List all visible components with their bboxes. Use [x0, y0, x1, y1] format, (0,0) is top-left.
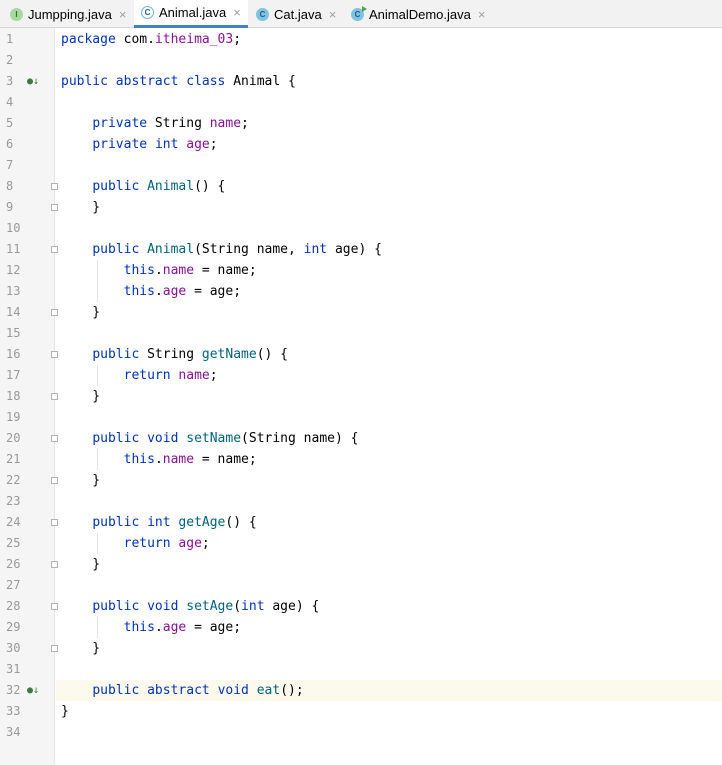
- line-number: 26: [6, 557, 21, 571]
- code-line[interactable]: [56, 323, 722, 344]
- line-number: 10: [6, 221, 21, 235]
- code-editor[interactable]: package com.itheima_03;public abstract c…: [56, 28, 722, 765]
- line-number: 18: [6, 389, 21, 403]
- code-line[interactable]: }: [56, 386, 722, 407]
- implemented-down-icon[interactable]: ●↓: [27, 680, 39, 701]
- code-line[interactable]: public void setName(String name) {: [56, 428, 722, 449]
- line-number: 25: [6, 536, 21, 550]
- tab-cat-java[interactable]: C Cat.java ×: [250, 0, 342, 28]
- code-line[interactable]: this.name = name;: [56, 449, 722, 470]
- implemented-down-icon[interactable]: ●↓: [27, 71, 39, 92]
- code-line[interactable]: public void setAge(int age) {: [56, 596, 722, 617]
- code-line[interactable]: public abstract void eat();: [56, 680, 722, 701]
- tab-label: Cat.java: [274, 6, 322, 22]
- line-number: 27: [6, 578, 21, 592]
- line-number: 1: [6, 32, 14, 46]
- line-number: 31: [6, 662, 21, 676]
- code-line[interactable]: }: [56, 197, 722, 218]
- line-number: 2: [6, 53, 14, 67]
- indent-guide: [97, 533, 98, 554]
- code-line[interactable]: this.age = age;: [56, 281, 722, 302]
- close-icon[interactable]: ×: [233, 5, 241, 20]
- close-icon[interactable]: ×: [119, 7, 127, 22]
- line-number: 15: [6, 326, 21, 340]
- tab-animaldemo-java[interactable]: C AnimalDemo.java ×: [345, 0, 495, 28]
- line-number: 4: [6, 95, 14, 109]
- line-number: 7: [6, 158, 14, 172]
- code-line[interactable]: public String getName() {: [56, 344, 722, 365]
- line-number: 20: [6, 431, 21, 445]
- code-line[interactable]: }: [56, 701, 722, 722]
- code-line[interactable]: public abstract class Animal {: [56, 71, 722, 92]
- line-number: 13: [6, 284, 21, 298]
- code-line[interactable]: [56, 155, 722, 176]
- indent-guide: [97, 260, 98, 302]
- code-line[interactable]: return age;: [56, 533, 722, 554]
- code-line[interactable]: [56, 92, 722, 113]
- indent-guide: [97, 365, 98, 386]
- editor-tab-bar: I Jumpping.java × C Animal.java × C Cat.…: [0, 0, 722, 28]
- code-line[interactable]: [56, 575, 722, 596]
- line-number: 23: [6, 494, 21, 508]
- line-number: 6: [6, 137, 14, 151]
- line-number: 32: [6, 683, 21, 697]
- line-number: 16: [6, 347, 21, 361]
- line-number: 28: [6, 599, 21, 613]
- code-line[interactable]: }: [56, 302, 722, 323]
- line-number: 30: [6, 641, 21, 655]
- code-line[interactable]: private String name;: [56, 113, 722, 134]
- code-line[interactable]: [56, 722, 722, 743]
- code-line[interactable]: public Animal(String name, int age) {: [56, 239, 722, 260]
- tab-label: Jumpping.java: [28, 6, 112, 22]
- line-number: 29: [6, 620, 21, 634]
- code-line[interactable]: public Animal() {: [56, 176, 722, 197]
- code-line[interactable]: }: [56, 638, 722, 659]
- tab-jumpping-java[interactable]: I Jumpping.java ×: [4, 0, 132, 28]
- line-number: 34: [6, 725, 21, 739]
- code-line[interactable]: [56, 218, 722, 239]
- line-number: 14: [6, 305, 21, 319]
- code-line[interactable]: this.age = age;: [56, 617, 722, 638]
- code-line[interactable]: public int getAge() {: [56, 512, 722, 533]
- tab-label: Animal.java: [159, 5, 227, 20]
- indent-guide: [97, 617, 98, 638]
- line-number-gutter[interactable]: 1 2 3 4 5 6 7 8 9 10 11 12 13 14 15 16 17 18 19 20 21 22 23 24 2…: [0, 28, 58, 765]
- code-line[interactable]: [56, 50, 722, 71]
- close-icon[interactable]: ×: [478, 7, 486, 22]
- line-number: 19: [6, 410, 21, 424]
- code-line[interactable]: return name;: [56, 365, 722, 386]
- tab-label: AnimalDemo.java: [369, 6, 471, 22]
- code-line[interactable]: [56, 659, 722, 680]
- abstract-class-icon: C: [141, 6, 154, 19]
- code-line[interactable]: private int age;: [56, 134, 722, 155]
- code-line[interactable]: this.name = name;: [56, 260, 722, 281]
- indent-guide: [97, 449, 98, 470]
- interface-icon: I: [10, 7, 23, 21]
- class-icon: C: [256, 7, 269, 21]
- line-number: 3: [6, 74, 14, 88]
- code-line[interactable]: }: [56, 470, 722, 491]
- line-number: 12: [6, 263, 21, 277]
- close-icon[interactable]: ×: [329, 7, 337, 22]
- code-line[interactable]: package com.itheima_03;: [56, 29, 722, 50]
- runnable-class-icon: C: [351, 5, 367, 21]
- line-number: 8: [6, 179, 14, 193]
- class-glyph: C: [354, 9, 361, 19]
- line-number: 21: [6, 452, 21, 466]
- line-number: 24: [6, 515, 21, 529]
- line-number: 5: [6, 116, 14, 130]
- code-line[interactable]: [56, 491, 722, 512]
- line-number: 11: [6, 242, 21, 256]
- code-line[interactable]: [56, 407, 722, 428]
- line-number: 17: [6, 368, 21, 382]
- line-number: 33: [6, 704, 21, 718]
- line-number: 9: [6, 200, 14, 214]
- line-number: 22: [6, 473, 21, 487]
- tab-animal-java[interactable]: C Animal.java ×: [134, 0, 248, 28]
- code-line[interactable]: }: [56, 554, 722, 575]
